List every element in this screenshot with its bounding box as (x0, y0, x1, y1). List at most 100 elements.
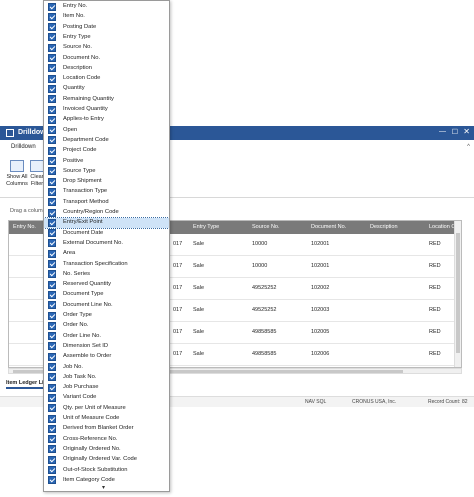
checkbox-checked-icon[interactable] (48, 198, 56, 207)
checkbox-checked-icon[interactable] (48, 476, 56, 485)
ribbon-collapse-icon[interactable]: ^ (467, 144, 470, 150)
column-option[interactable]: Derived from Blanket Order (44, 424, 169, 434)
checkbox-checked-icon[interactable] (48, 301, 56, 310)
column-option[interactable]: Posting Date (44, 22, 169, 32)
checkbox-checked-icon[interactable] (48, 12, 56, 21)
column-option[interactable]: Project Code (44, 146, 169, 156)
column-header[interactable]: Entry Type (193, 224, 219, 230)
column-option[interactable]: Remaining Quantity (44, 94, 169, 104)
checkbox-checked-icon[interactable] (48, 363, 56, 371)
column-header[interactable]: Document No. (311, 224, 346, 230)
column-option[interactable]: Job Purchase (44, 383, 169, 393)
column-option[interactable]: Unit of Measure Code (44, 414, 169, 424)
checkbox-checked-icon[interactable] (48, 270, 56, 279)
vertical-scrollbar[interactable] (454, 221, 461, 367)
column-option[interactable]: Country/Region Code (44, 208, 169, 218)
column-option[interactable]: No. Series (44, 269, 169, 279)
checkbox-checked-icon[interactable] (48, 43, 56, 52)
column-option[interactable]: Transport Method (44, 197, 169, 207)
column-option[interactable]: Quantity (44, 84, 169, 94)
checkbox-checked-icon[interactable] (48, 187, 56, 196)
column-option[interactable]: Dimension Set ID (44, 341, 169, 351)
column-option[interactable]: Job No. (44, 362, 169, 372)
column-option[interactable]: Item No. (44, 12, 169, 22)
more-items-chevron-down-icon[interactable]: ▾ (102, 484, 105, 491)
column-option[interactable]: Cross-Reference No. (44, 434, 169, 444)
column-option[interactable]: Out-of-Stock Substitution (44, 465, 169, 475)
column-option[interactable]: Department Code (44, 135, 169, 145)
checkbox-checked-icon[interactable] (48, 157, 56, 165)
vertical-scroll-thumb[interactable] (456, 233, 460, 353)
column-option[interactable]: Qty. per Unit of Measure (44, 403, 169, 413)
checkbox-checked-icon[interactable] (48, 208, 56, 217)
column-option[interactable]: Originally Ordered No. (44, 444, 169, 454)
column-option[interactable]: Transaction Type (44, 187, 169, 197)
column-option[interactable]: External Document No. (44, 238, 169, 248)
column-option[interactable]: Applies-to Entry (44, 115, 169, 125)
column-option[interactable]: Document Type (44, 290, 169, 300)
column-option[interactable]: Document Date (44, 228, 169, 238)
checkbox-checked-icon[interactable] (48, 393, 56, 402)
maximize-icon[interactable]: ☐ (452, 128, 458, 136)
ribbon-tab-drilldown[interactable]: Drilldown (11, 144, 36, 150)
column-option[interactable]: Drop Shipment (44, 177, 169, 187)
checkbox-checked-icon[interactable] (48, 95, 56, 104)
column-option[interactable]: Order Type (44, 311, 169, 321)
checkbox-checked-icon[interactable] (48, 260, 56, 268)
checkbox-checked-icon[interactable] (48, 352, 56, 361)
column-option[interactable]: Variant Code (44, 393, 169, 403)
column-option[interactable]: Order No. (44, 321, 169, 331)
checkbox-checked-icon[interactable] (48, 466, 56, 474)
checkbox-checked-icon[interactable] (48, 33, 56, 42)
column-option[interactable]: Area (44, 249, 169, 259)
column-option[interactable]: Description (44, 63, 169, 73)
checkbox-checked-icon[interactable] (48, 115, 56, 124)
checkbox-checked-icon[interactable] (48, 373, 56, 382)
column-option[interactable]: Entry No. (44, 2, 169, 12)
checkbox-checked-icon[interactable] (48, 435, 56, 444)
checkbox-checked-icon[interactable] (48, 342, 56, 351)
column-option[interactable]: Invoiced Quantity (44, 105, 169, 115)
column-option[interactable]: Document No. (44, 53, 169, 63)
checkbox-checked-icon[interactable] (48, 404, 56, 413)
checkbox-checked-icon[interactable] (48, 54, 56, 62)
checkbox-checked-icon[interactable] (48, 280, 56, 289)
column-option[interactable]: Item Category Code (44, 475, 169, 485)
checkbox-checked-icon[interactable] (48, 2, 56, 11)
checkbox-checked-icon[interactable] (48, 105, 56, 114)
checkbox-checked-icon[interactable] (48, 455, 56, 464)
minimize-icon[interactable]: — (439, 128, 446, 135)
checkbox-checked-icon[interactable] (48, 332, 56, 341)
column-option[interactable]: Entry Type (44, 32, 169, 42)
checkbox-checked-icon[interactable] (48, 311, 56, 320)
checkbox-checked-icon[interactable] (48, 167, 56, 176)
checkbox-checked-icon[interactable] (48, 146, 56, 155)
close-icon[interactable]: ✕ (463, 127, 470, 136)
column-option[interactable]: Transaction Specification (44, 259, 169, 269)
checkbox-checked-icon[interactable] (48, 290, 56, 299)
checkbox-checked-icon[interactable] (48, 23, 56, 32)
column-option[interactable]: Positive (44, 156, 169, 166)
column-header[interactable]: Source No. (252, 224, 280, 230)
checkbox-checked-icon[interactable] (48, 249, 56, 258)
column-header[interactable]: Entry No. (13, 224, 36, 230)
checkbox-checked-icon[interactable] (48, 177, 56, 186)
checkbox-checked-icon[interactable] (48, 136, 56, 145)
checkbox-checked-icon[interactable] (48, 321, 56, 330)
checkbox-checked-icon[interactable] (48, 126, 56, 135)
checkbox-checked-icon[interactable] (48, 445, 56, 454)
column-option[interactable]: Document Line No. (44, 300, 169, 310)
checkbox-checked-icon[interactable] (48, 424, 56, 433)
column-chooser-dropdown[interactable]: Item Category Code Out-of-Stock Substitut… (43, 0, 170, 492)
column-option[interactable]: Source No. (44, 43, 169, 53)
column-option[interactable]: Order Line No. (44, 331, 169, 341)
clear-filter-button[interactable]: Clear Filter (30, 160, 44, 188)
column-header[interactable]: Description (370, 224, 398, 230)
column-option[interactable]: Originally Ordered Var. Code (44, 455, 169, 465)
column-option[interactable]: Reserved Quantity (44, 280, 169, 290)
checkbox-checked-icon[interactable] (48, 414, 56, 423)
checkbox-checked-icon[interactable] (48, 383, 56, 392)
column-option[interactable]: Job Task No. (44, 372, 169, 382)
checkbox-checked-icon[interactable] (48, 74, 56, 83)
column-option[interactable]: Open (44, 125, 169, 135)
